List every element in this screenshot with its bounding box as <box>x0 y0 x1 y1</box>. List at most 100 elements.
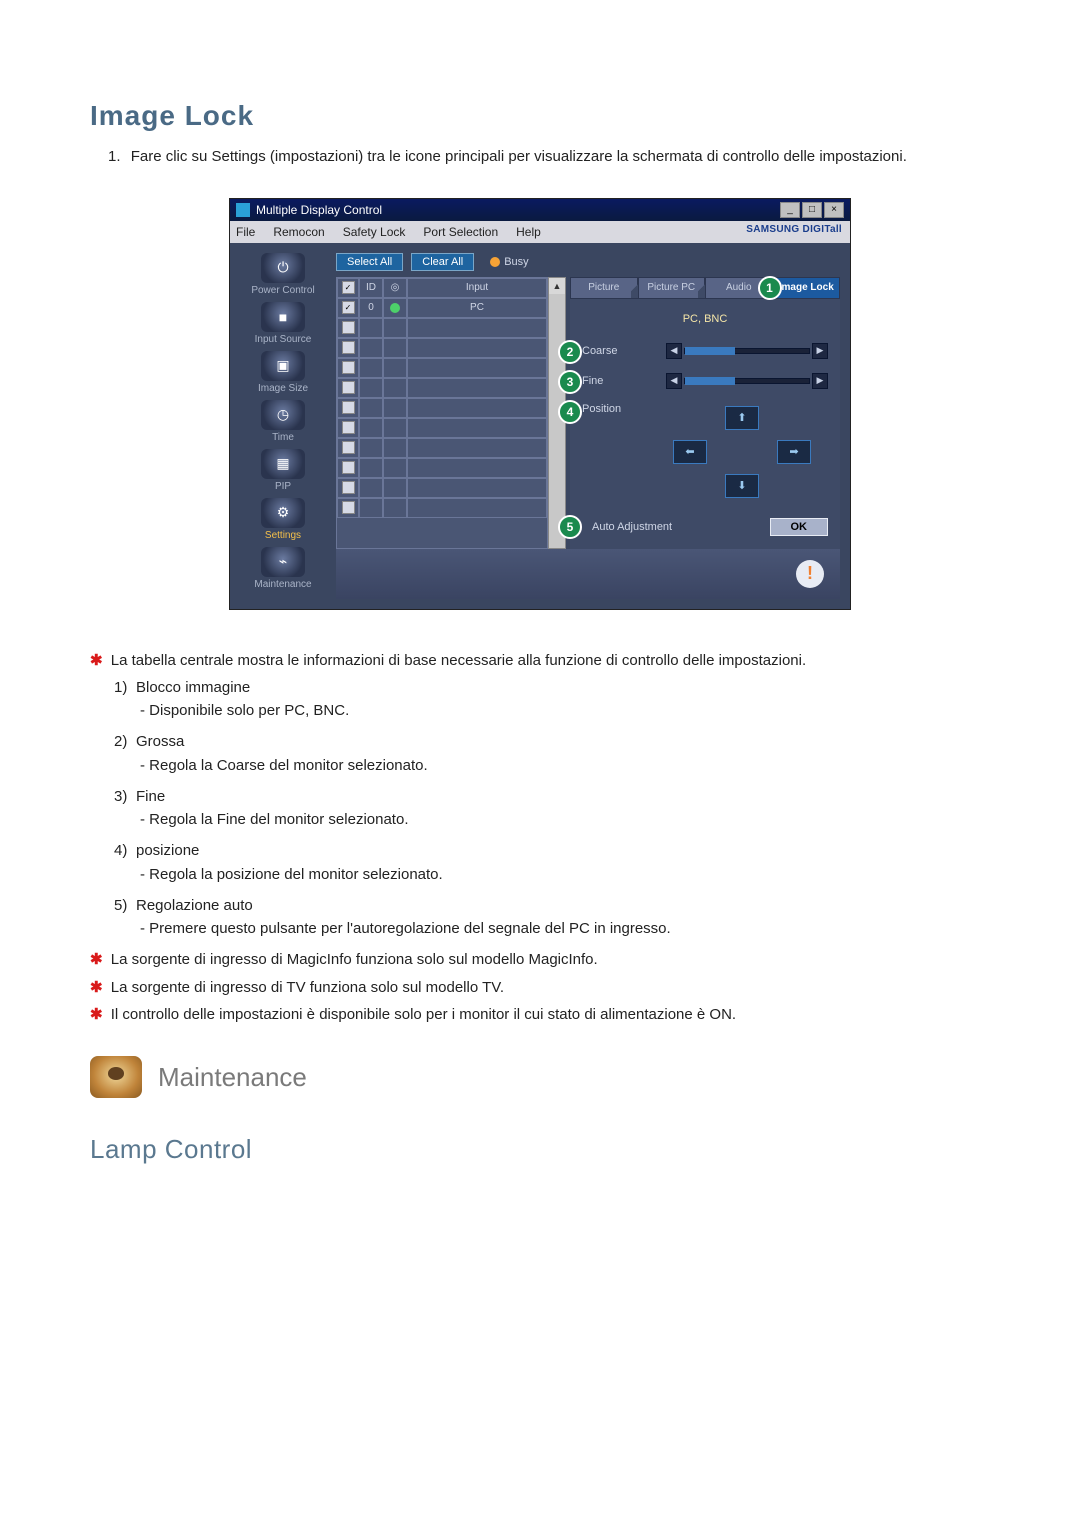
brand-label: SAMSUNG DIGITall <box>746 224 842 235</box>
callout-5: 5 <box>558 515 582 539</box>
slider-right-icon[interactable]: ▶ <box>812 373 828 389</box>
sidebar-item-pip[interactable]: ▦ PIP <box>239 449 327 492</box>
row-checkbox[interactable] <box>342 481 355 494</box>
slider-left-icon[interactable]: ◀ <box>666 343 682 359</box>
grid-row-empty <box>337 378 547 398</box>
star-icon: ✱ <box>90 1006 107 1023</box>
position-grid: ⬆ ⬅ ➡ ⬇ <box>666 403 818 501</box>
title-bar: Multiple Display Control _ □ × <box>230 199 850 221</box>
list-item: 4)posizione - Regola la posizione del mo… <box>114 839 990 886</box>
grid-row-empty <box>337 438 547 458</box>
row-checkbox[interactable] <box>342 461 355 474</box>
sidebar-item-power[interactable]: ⏻ Power Control <box>239 253 327 296</box>
auto-adjust-label: Auto Adjustment <box>592 521 672 533</box>
row-checkbox[interactable] <box>342 361 355 374</box>
menu-help[interactable]: Help <box>516 225 541 239</box>
sidebar-item-label: PIP <box>275 481 291 492</box>
tab-picture[interactable]: Picture <box>570 277 638 299</box>
slider-track[interactable] <box>684 348 810 354</box>
minimize-button[interactable]: _ <box>780 202 800 218</box>
list-item: 3)Fine - Regola la Fine del monitor sele… <box>114 785 990 832</box>
list-item: 2)Grossa - Regola la Coarse del monitor … <box>114 730 990 777</box>
coarse-slider[interactable]: ◀ ▶ <box>666 343 828 359</box>
star-icon: ✱ <box>90 951 107 968</box>
pos-up-button[interactable]: ⬆ <box>725 406 759 430</box>
app-icon <box>236 203 250 217</box>
list-item: 1)Blocco immagine - Disponibile solo per… <box>114 676 990 723</box>
menu-remocon[interactable]: Remocon <box>273 225 324 239</box>
display-grid: ✓ ID ◎ Input ✓ 0 PC <box>336 277 548 549</box>
sidebar-item-input[interactable]: ■ Input Source <box>239 302 327 345</box>
sidebar-item-settings[interactable]: ⚙ Settings <box>239 498 327 541</box>
row-checkbox[interactable] <box>342 401 355 414</box>
row-checkbox[interactable] <box>342 381 355 394</box>
grid-row[interactable]: ✓ 0 PC <box>337 298 547 318</box>
warning-icon: ! <box>796 560 824 588</box>
sidebar-item-maintenance[interactable]: ⌁ Maintenance <box>239 547 327 590</box>
panel-subtitle: PC, BNC <box>582 313 828 325</box>
grid-header: ✓ ID ◎ Input <box>337 278 547 298</box>
fine-slider[interactable]: ◀ ▶ <box>666 373 828 389</box>
sidebar-item-label: Input Source <box>255 334 312 345</box>
intro-line: 1. Fare clic su Settings (impostazioni) … <box>90 146 990 169</box>
row-checkbox[interactable] <box>342 441 355 454</box>
pos-down-button[interactable]: ⬇ <box>725 474 759 498</box>
sidebar-item-time[interactable]: ◷ Time <box>239 400 327 443</box>
image-size-icon: ▣ <box>261 351 305 381</box>
row-checkbox[interactable] <box>342 421 355 434</box>
row-checkbox[interactable] <box>342 341 355 354</box>
pos-right-button[interactable]: ➡ <box>777 440 811 464</box>
power-icon: ⏻ <box>261 253 305 283</box>
status-dot-icon <box>390 303 400 313</box>
close-button[interactable]: × <box>824 202 844 218</box>
slider-track[interactable] <box>684 378 810 384</box>
grid-row-empty <box>337 478 547 498</box>
callout-2: 2 <box>558 340 582 364</box>
gear-icon: ⚙ <box>261 498 305 528</box>
tab-picture-pc[interactable]: Picture PC <box>638 277 706 299</box>
grid-row-empty <box>337 358 547 378</box>
scroll-up-icon[interactable]: ▲ <box>549 278 565 294</box>
slider-left-icon[interactable]: ◀ <box>666 373 682 389</box>
row-checkbox[interactable] <box>342 501 355 514</box>
slider-right-icon[interactable]: ▶ <box>812 343 828 359</box>
row-checkbox[interactable]: ✓ <box>342 301 355 314</box>
menu-port-selection[interactable]: Port Selection <box>423 225 498 239</box>
callout-3: 3 <box>558 370 582 394</box>
clear-all-button[interactable]: Clear All <box>411 253 474 271</box>
sub-section-title: Lamp Control <box>90 1134 990 1165</box>
time-icon: ◷ <box>261 400 305 430</box>
window-title: Multiple Display Control <box>256 203 382 217</box>
row-id: 0 <box>359 298 383 318</box>
tab-image-lock[interactable]: Image Lock 1 <box>773 277 841 299</box>
busy-indicator: Busy <box>490 256 528 268</box>
maintenance-icon: ⌁ <box>261 547 305 577</box>
grid-row-empty <box>337 338 547 358</box>
header-checkbox[interactable]: ✓ <box>342 281 355 294</box>
row-input: PC <box>407 298 547 318</box>
header-input: Input <box>407 278 547 298</box>
maintenance-heading-icon <box>90 1056 142 1098</box>
input-icon: ■ <box>261 302 305 332</box>
ok-button[interactable]: OK <box>770 518 829 536</box>
select-all-button[interactable]: Select All <box>336 253 403 271</box>
star-icon: ✱ <box>90 652 107 669</box>
row-checkbox[interactable] <box>342 321 355 334</box>
section-title: Image Lock <box>90 100 990 132</box>
notes-block: ✱ La tabella centrale mostra le informaz… <box>90 649 990 1027</box>
pos-left-button[interactable]: ⬅ <box>673 440 707 464</box>
grid-row-empty <box>337 458 547 478</box>
menu-safety-lock[interactable]: Safety Lock <box>343 225 406 239</box>
callout-1: 1 <box>758 276 782 300</box>
list-item: 5)Regolazione auto - Premere questo puls… <box>114 894 990 941</box>
sidebar-item-image-size[interactable]: ▣ Image Size <box>239 351 327 394</box>
maximize-button[interactable]: □ <box>802 202 822 218</box>
menu-file[interactable]: File <box>236 225 255 239</box>
sidebar: ⏻ Power Control ■ Input Source ▣ Image S… <box>230 243 336 609</box>
header-status-icon: ◎ <box>383 278 407 298</box>
grid-row-empty <box>337 318 547 338</box>
callout-4: 4 <box>558 400 582 424</box>
star-icon: ✱ <box>90 979 107 996</box>
grid-row-empty <box>337 398 547 418</box>
star-note: La sorgente di ingresso di TV funziona s… <box>111 979 504 996</box>
